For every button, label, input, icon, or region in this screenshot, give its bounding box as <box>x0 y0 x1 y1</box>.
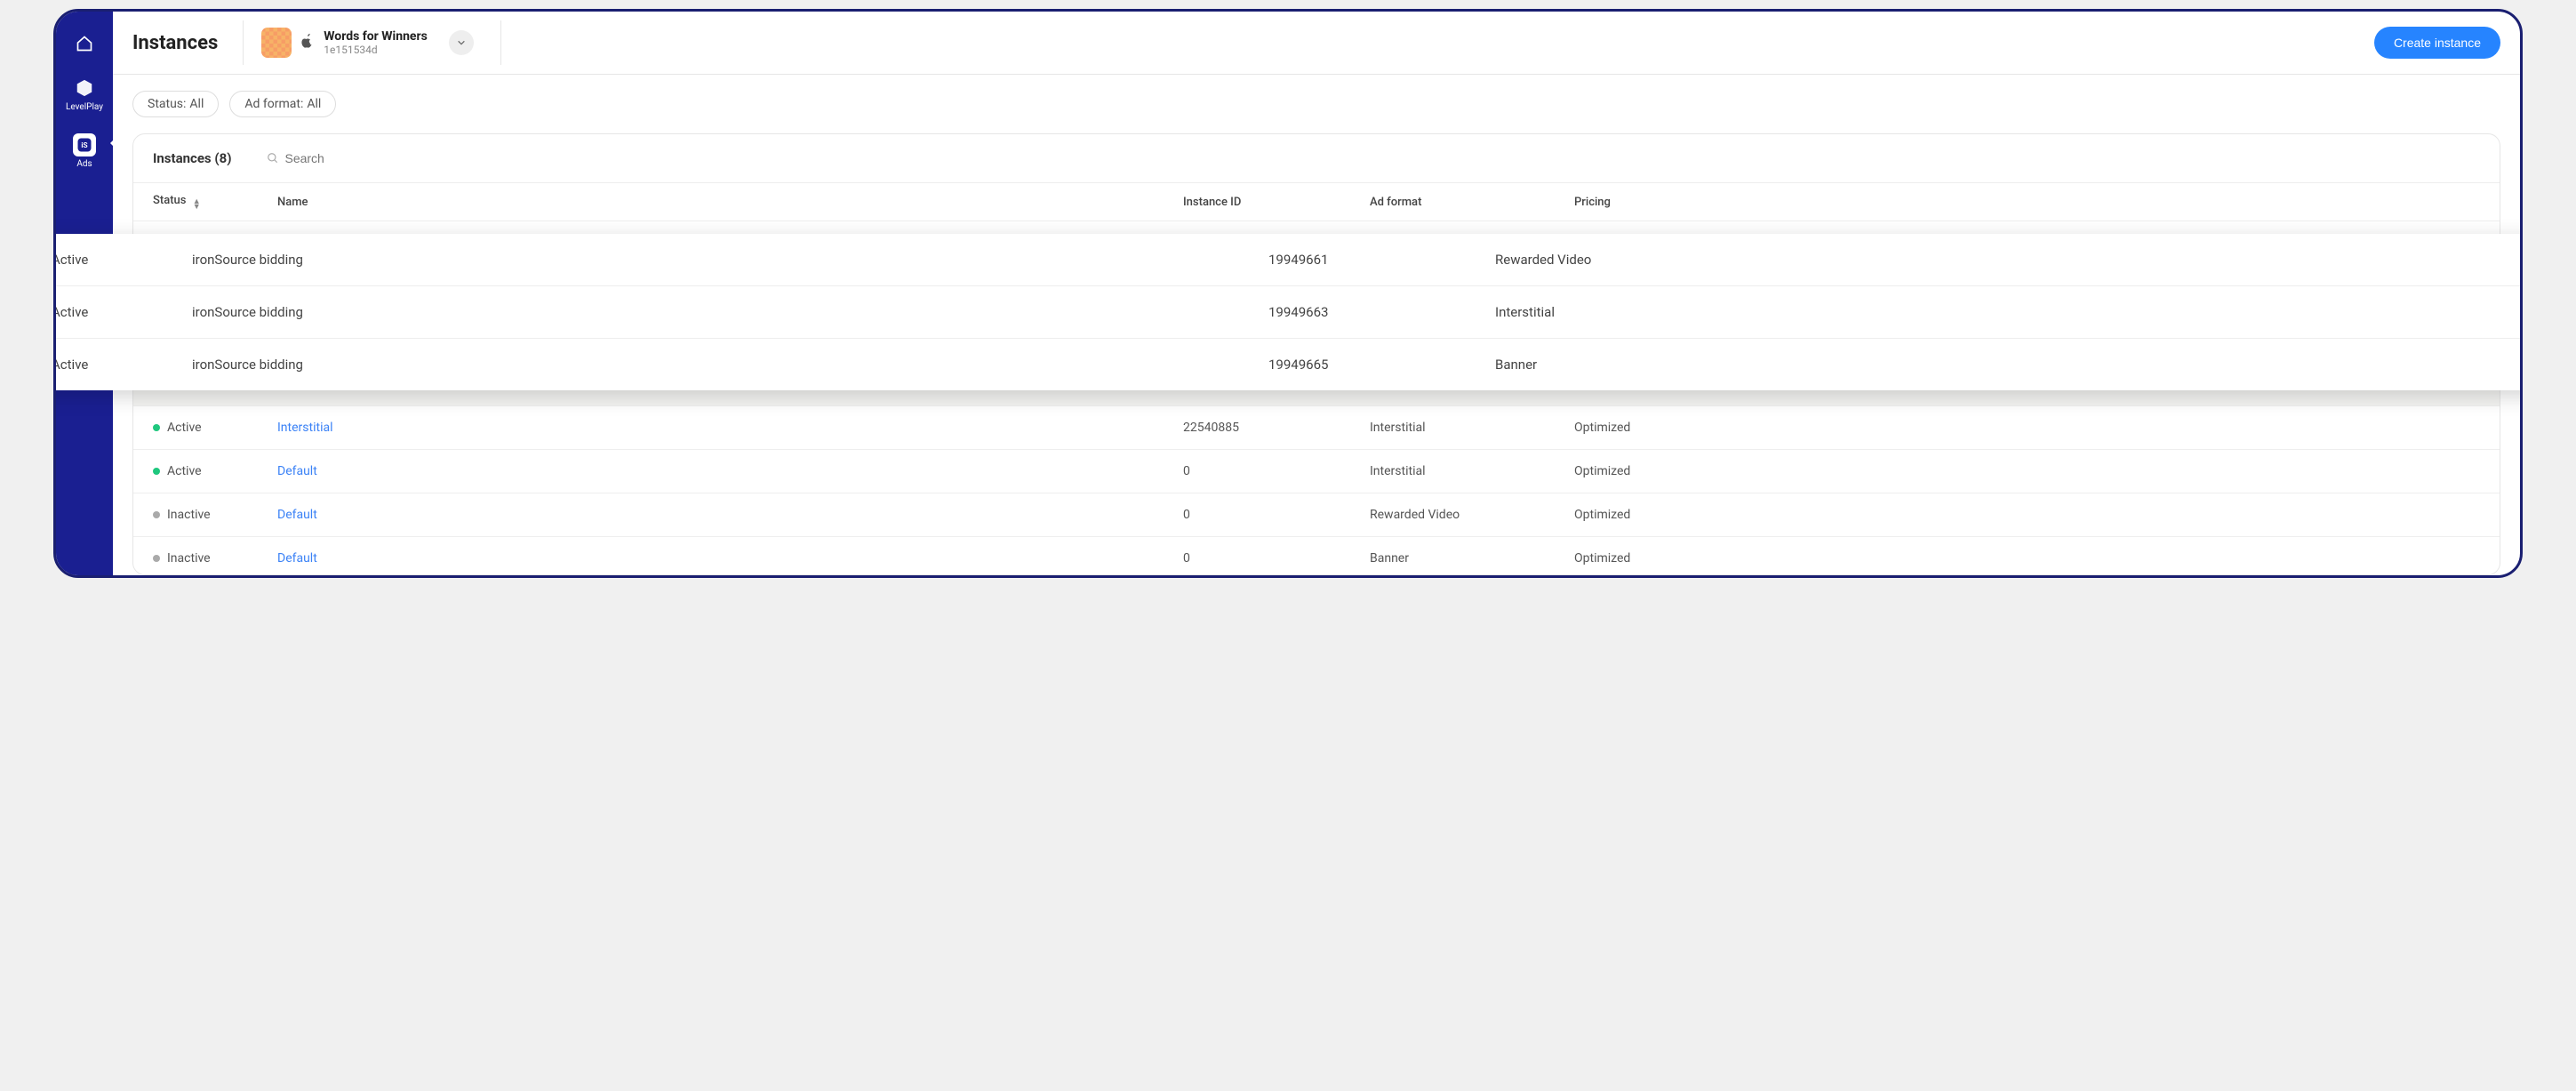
instance-id-cell: 22540885 <box>1183 421 1370 435</box>
format-cell: Rewarded Video <box>1370 508 1574 522</box>
card-title: Instances (8) <box>153 150 231 166</box>
col-pricing[interactable]: Pricing <box>1574 196 2480 209</box>
status-text: Active <box>53 304 88 320</box>
table-row[interactable]: Active Default 0 Interstitial Optimized <box>133 449 2500 493</box>
filter-ad-format[interactable]: Ad format: All <box>229 91 336 117</box>
app-name: Words for Winners <box>324 29 428 44</box>
status-text: Active <box>167 464 202 478</box>
pricing-cell: Optimized <box>1574 421 2480 435</box>
name-cell: ironSource bidding <box>167 234 1244 286</box>
col-status[interactable]: Status ▲▼ <box>153 194 277 210</box>
create-instance-button[interactable]: Create instance <box>2374 27 2500 59</box>
app-frame: LevelPlay iS Ads Instances Words for Win… <box>53 9 2523 578</box>
app-selector[interactable]: Words for Winners 1e151534d <box>243 20 501 65</box>
table-header: Status ▲▼ Name Instance ID Ad format Pri… <box>133 183 2500 221</box>
sidebar-label-levelplay: LevelPlay <box>66 102 103 112</box>
status-cell: Active <box>153 464 277 478</box>
search-input[interactable] <box>284 151 445 165</box>
filters-bar: Status: All Ad format: All <box>113 75 2520 124</box>
sort-icon: ▲▼ <box>193 199 201 210</box>
instance-id-cell: 0 <box>1183 508 1370 522</box>
status-cell: Active <box>53 339 167 390</box>
format-cell: Banner <box>1470 339 2523 390</box>
search-icon <box>267 152 279 164</box>
format-cell: Rewarded Video <box>1470 234 2523 286</box>
table-row[interactable]: Active ironSource bidding 19949661 Rewar… <box>53 234 2523 286</box>
status-cell: Active <box>153 421 277 435</box>
chevron-down-icon <box>457 38 466 47</box>
table-row[interactable]: Inactive Default 0 Banner Optimized <box>133 536 2500 575</box>
app-dropdown-button[interactable] <box>449 30 474 55</box>
col-instance-id[interactable]: Instance ID <box>1183 196 1370 209</box>
format-cell: Interstitial <box>1370 464 1574 478</box>
table-row[interactable]: Active ironSource bidding 19949663 Inter… <box>53 286 2523 339</box>
status-text: Inactive <box>167 551 211 566</box>
apple-icon <box>300 33 315 53</box>
status-cell: Active <box>53 286 167 339</box>
status-dot <box>153 424 160 431</box>
instance-id-cell: 0 <box>1183 551 1370 566</box>
name-cell[interactable]: Default <box>277 508 1183 522</box>
pricing-cell: Optimized <box>1574 464 2480 478</box>
name-cell: ironSource bidding <box>167 339 1244 390</box>
format-cell: Interstitial <box>1470 286 2523 339</box>
header: Instances Words for Winners 1e151534d Cr… <box>113 12 2520 75</box>
instance-id-cell: 19949661 <box>1244 234 1470 286</box>
sidebar-item-levelplay[interactable]: LevelPlay <box>56 72 113 116</box>
sidebar-item-home[interactable] <box>56 28 113 60</box>
search-box[interactable] <box>267 151 445 165</box>
name-cell[interactable]: Default <box>277 464 1183 478</box>
status-dot <box>153 511 160 518</box>
ads-icon: iS <box>73 133 96 156</box>
highlighted-rows-overlay: Active ironSource bidding 19949661 Rewar… <box>53 234 2523 390</box>
instance-id-cell: 19949663 <box>1244 286 1470 339</box>
name-cell[interactable]: Interstitial <box>277 421 1183 435</box>
name-cell: ironSource bidding <box>167 286 1244 339</box>
status-cell: Inactive <box>153 508 277 522</box>
sidebar-label-ads: Ads <box>76 159 92 169</box>
instance-id-cell: 19949665 <box>1244 339 1470 390</box>
status-dot <box>153 468 160 475</box>
format-cell: Interstitial <box>1370 421 1574 435</box>
format-cell: Banner <box>1370 551 1574 566</box>
app-icon <box>261 28 292 58</box>
home-icon <box>73 32 96 55</box>
status-dot <box>153 555 160 562</box>
instance-id-cell: 0 <box>1183 464 1370 478</box>
page-title: Instances <box>132 32 218 54</box>
app-meta: Words for Winners 1e151534d <box>324 29 428 56</box>
status-text: Active <box>53 252 88 268</box>
status-text: Active <box>53 357 88 373</box>
filter-status[interactable]: Status: All <box>132 91 219 117</box>
col-ad-format[interactable]: Ad format <box>1370 196 1574 209</box>
pricing-cell: Optimized <box>1574 551 2480 566</box>
pricing-cell: Optimized <box>1574 508 2480 522</box>
status-cell: Active <box>53 234 167 286</box>
sidebar-item-ads[interactable]: iS Ads <box>56 129 113 173</box>
table-row[interactable]: Inactive Default 0 Rewarded Video Optimi… <box>133 493 2500 536</box>
svg-text:iS: iS <box>81 141 87 150</box>
col-name[interactable]: Name <box>277 196 1183 209</box>
app-id: 1e151534d <box>324 44 428 56</box>
status-text: Active <box>167 421 202 435</box>
table-row[interactable]: Active Interstitial 22540885 Interstitia… <box>133 405 2500 449</box>
cube-icon <box>73 76 96 100</box>
status-cell: Inactive <box>153 551 277 566</box>
status-text: Inactive <box>167 508 211 522</box>
card-header: Instances (8) <box>133 134 2500 183</box>
table-row[interactable]: Active ironSource bidding 19949665 Banne… <box>53 339 2523 390</box>
name-cell[interactable]: Default <box>277 551 1183 566</box>
